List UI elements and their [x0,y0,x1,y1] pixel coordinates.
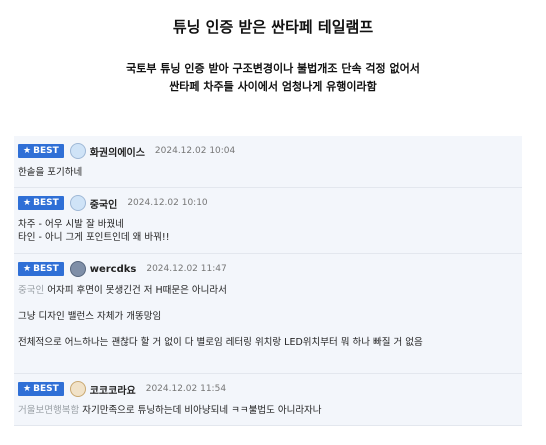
star-icon: ★ [23,264,32,274]
avatar[interactable] [69,143,86,159]
comment-item: ★ BEST wercdks 2024.12.02 11:47 중국인 어자피 후… [14,254,522,374]
avatar[interactable] [69,261,86,277]
article-subtitle: 국토부 튜닝 인증 받아 구조변경이나 불법개조 단속 걱정 없어서 싼타페 차… [0,60,546,96]
article-title: 튜닝 인증 받은 싼타페 테일램프 [172,18,374,36]
comment-body: 한솥을 포기하네 [18,167,83,178]
star-icon: ★ [23,198,32,208]
best-badge: ★ BEST [18,196,64,210]
comment-item: ★ BEST 코코코라요 2024.12.02 11:54 거울보면행복함 자기만… [14,374,522,426]
star-icon: ★ [23,146,32,156]
subtitle-line: 국토부 튜닝 인증 받아 구조변경이나 불법개조 단속 걱정 없어서 [126,62,420,75]
mention-tag[interactable]: 거울보면행복함 [18,405,79,416]
comment-time: 2024.12.02 11:54 [145,384,227,394]
comment-time: 2024.12.02 10:10 [127,198,208,208]
comment-item: ★ BEST 중국인 2024.12.02 10:10 차주 - 어우 시발 잘 … [14,188,522,254]
comment-body: 중국인 어자피 후면이 못생긴건 저 H때문은 아니라서 그냥 디자인 밸런스 … [18,285,423,348]
best-badge: ★ BEST [18,382,64,396]
comment-body: 거울보면행복함 자기만족으로 튜닝하는데 비아냥되네 ㅋㅋ불법도 아니라자나 [18,405,322,416]
avatar[interactable] [69,381,86,397]
subtitle-line: 싼타페 차주들 사이에서 엄청나게 유행이라함 [169,80,377,93]
comment-author[interactable]: 코코코라요 [90,382,136,397]
best-badge: ★ BEST [18,262,64,276]
comment-author[interactable]: 화권의에이스 [90,144,145,159]
comment-body: 차주 - 어우 시발 잘 바꿨네 타인 - 아니 그게 포인트인데 왜 바꿔!! [18,219,170,243]
comment-time: 2024.12.02 10:04 [154,146,236,156]
avatar[interactable] [69,195,86,211]
mention-tag[interactable]: 중국인 [18,285,44,296]
comment-time: 2024.12.02 11:47 [146,264,227,274]
comment-author[interactable]: wercdks [90,264,137,275]
star-icon: ★ [23,384,32,394]
comment-author[interactable]: 중국인 [90,196,118,211]
comment-list: ★ BEST 화권의에이스 2024.12.02 10:04 한솥을 포기하네 ★… [14,136,522,426]
best-badge: ★ BEST [18,144,64,158]
comment-item: ★ BEST 화권의에이스 2024.12.02 10:04 한솥을 포기하네 [14,136,522,188]
